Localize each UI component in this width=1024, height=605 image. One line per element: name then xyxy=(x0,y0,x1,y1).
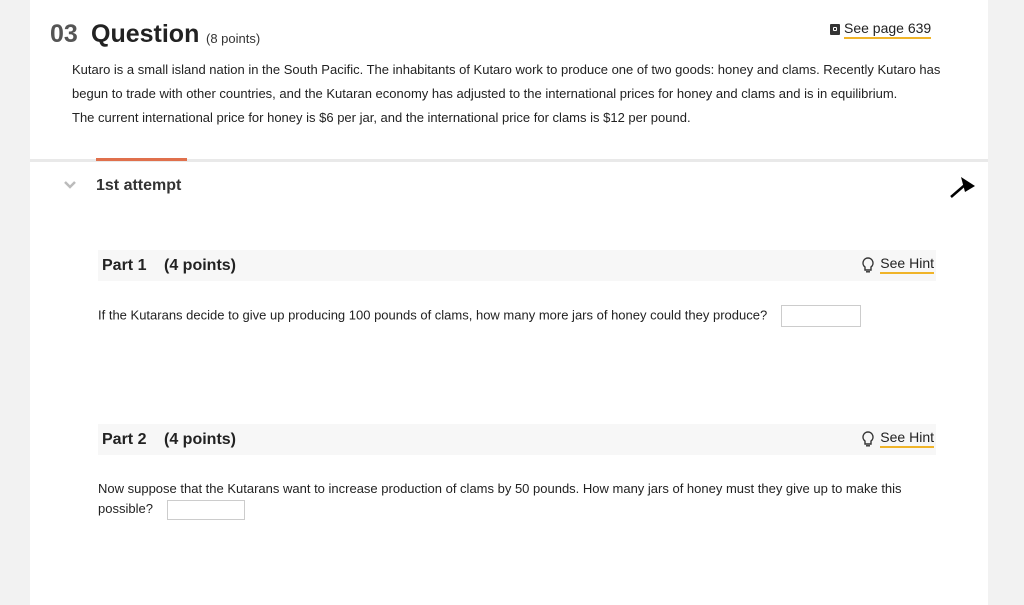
part-1-answer-input[interactable] xyxy=(780,305,861,327)
part-2-answer-input[interactable] xyxy=(166,499,245,520)
question-paragraph: The current international price for hone… xyxy=(72,110,691,125)
active-tab-indicator xyxy=(96,158,187,161)
see-hint-button[interactable]: See Hint xyxy=(862,429,934,448)
question-card: 03 Question (8 points) See page 639 Kuta… xyxy=(30,0,988,605)
chevron-down-icon[interactable] xyxy=(63,178,77,192)
see-page-label: See page 639 xyxy=(844,20,932,39)
part-title: Part 2 xyxy=(102,431,147,448)
part-2-question: Now suppose that the Kutarans want to in… xyxy=(98,479,938,520)
part-title: Part 1 xyxy=(102,257,147,274)
question-text: Kutaro is a small island nation in the S… xyxy=(72,58,962,130)
see-hint-button[interactable]: See Hint xyxy=(862,255,934,274)
part-points: (4 points) xyxy=(164,257,236,274)
part-points: (4 points) xyxy=(164,431,236,448)
question-points: (8 points) xyxy=(206,31,261,46)
see-page-link[interactable]: See page 639 xyxy=(830,20,932,39)
pin-icon[interactable] xyxy=(948,174,978,200)
part-1-question: If the Kutarans decide to give up produc… xyxy=(98,305,948,327)
part-2-header: Part 2 (4 points) See Hint xyxy=(98,424,936,455)
question-heading: Question xyxy=(91,20,200,48)
book-icon xyxy=(830,24,840,35)
lightbulb-icon xyxy=(862,256,874,273)
see-hint-label: See Hint xyxy=(880,255,934,274)
part-question-text: If the Kutarans decide to give up produc… xyxy=(98,307,768,323)
part-1-header: Part 1 (4 points) See Hint xyxy=(98,250,936,281)
lightbulb-icon xyxy=(862,430,874,447)
attempt-label: 1st attempt xyxy=(96,177,182,194)
see-hint-label: See Hint xyxy=(880,429,934,448)
question-paragraph: Kutaro is a small island nation in the S… xyxy=(72,62,941,101)
question-number: 03 xyxy=(50,20,78,48)
